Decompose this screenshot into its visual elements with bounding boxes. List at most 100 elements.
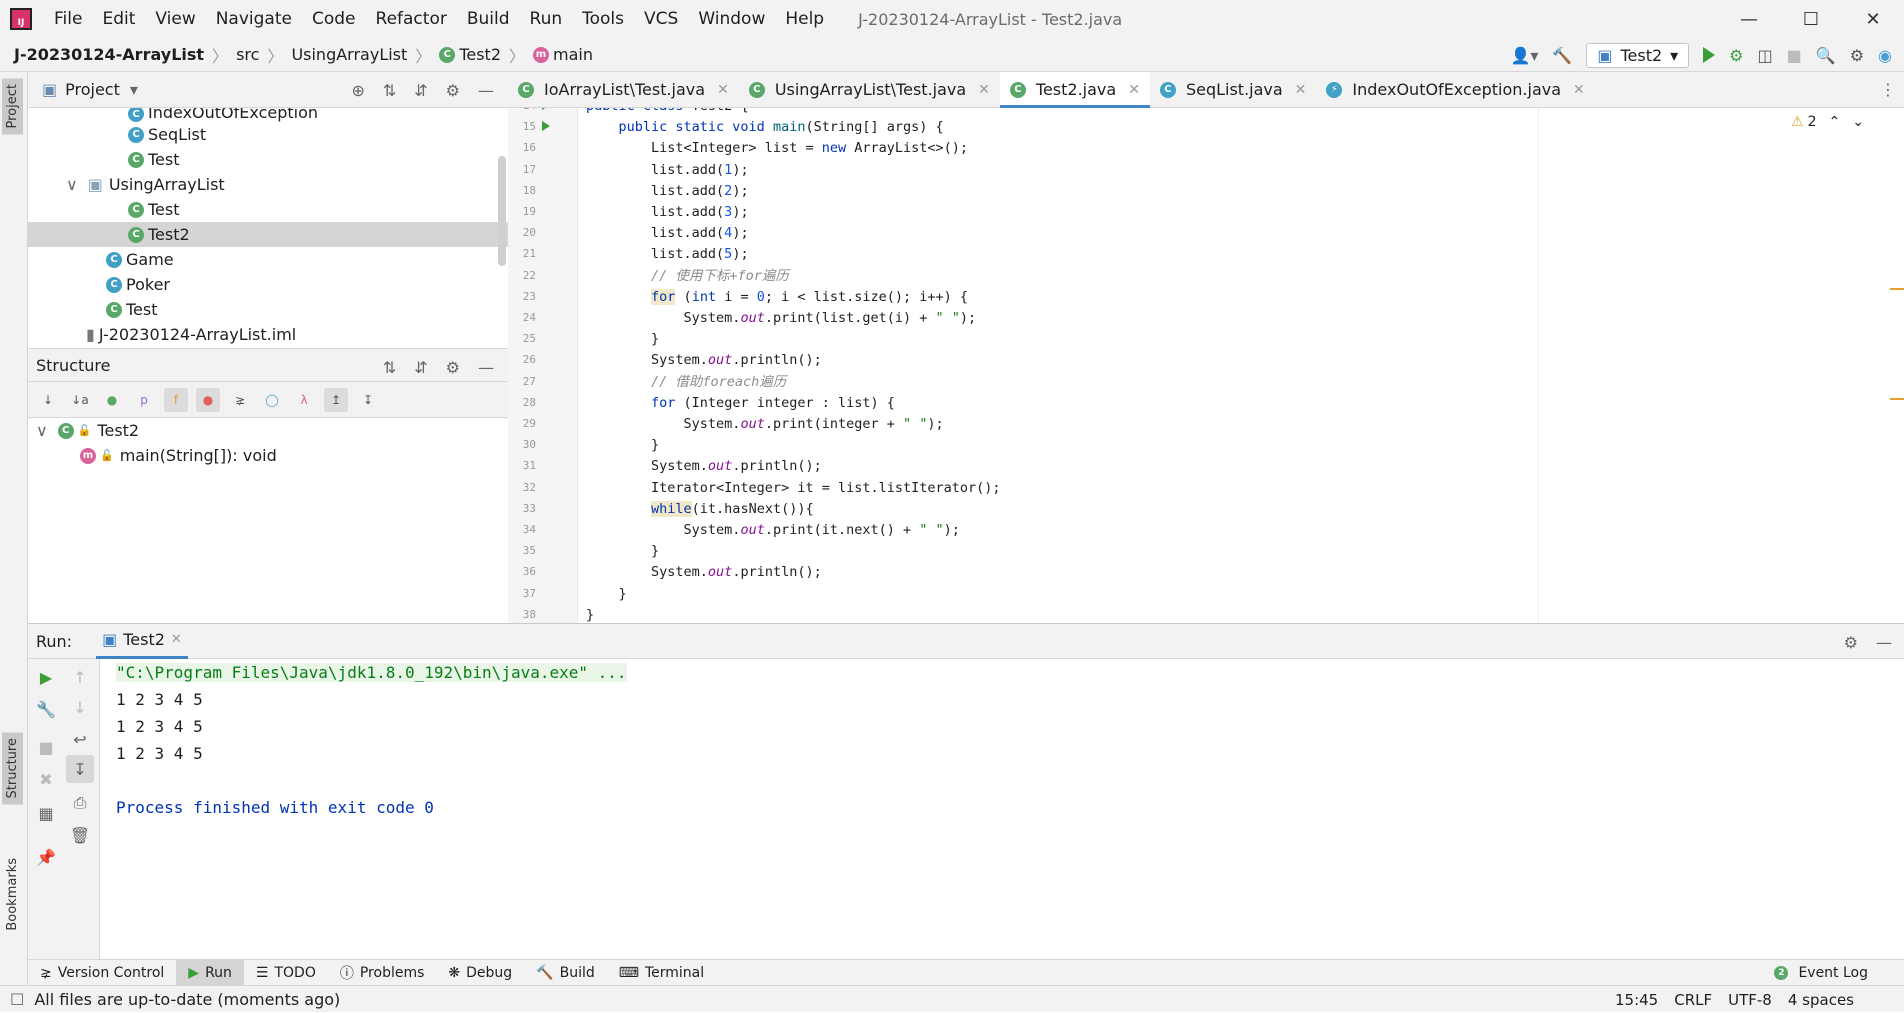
non-public-icon[interactable]: ● xyxy=(196,387,220,412)
rerun-icon[interactable]: ▶ xyxy=(32,663,60,691)
code-line[interactable]: } xyxy=(586,584,627,605)
stop-icon[interactable]: ■ xyxy=(1787,46,1802,65)
debug-icon[interactable]: ⚙ xyxy=(1729,46,1743,65)
code-line[interactable]: list.add(3); xyxy=(586,202,749,223)
code-line[interactable]: System.out.print(it.next() + " "); xyxy=(586,520,960,541)
inspection-widget[interactable]: ⚠ 2 ⌃ ⌄ xyxy=(1791,114,1864,130)
project-tree-item[interactable]: C Test xyxy=(28,197,508,222)
properties-icon[interactable]: p xyxy=(132,388,156,412)
close-tab-icon[interactable]: ✕ xyxy=(1573,82,1585,98)
arrow-down-icon[interactable]: ↓ xyxy=(66,693,94,721)
trash-icon[interactable]: 🗑 xyxy=(66,821,94,849)
editor-tab[interactable]: C UsingArrayList\Test.java ✕ xyxy=(739,72,1000,108)
editor-tab[interactable]: ⚡ IndexOutOfException.java ✕ xyxy=(1316,72,1594,108)
close-icon[interactable]: ✕ xyxy=(1842,0,1904,38)
indent-setting[interactable]: 4 spaces xyxy=(1788,991,1854,1009)
run-tab[interactable]: ▣ Test2 ✕ xyxy=(96,623,188,659)
collapse-all-icon[interactable]: ⇵ xyxy=(414,358,427,377)
code-editor[interactable]: 14 15 16 17 18 19 20 21 22 23 24 25 26 27 28 29 30 31 32 33… xyxy=(508,108,1904,623)
project-tree-item[interactable]: C Game xyxy=(28,247,508,272)
side-tab-structure[interactable]: Structure xyxy=(2,732,23,805)
stop-icon[interactable]: ■ xyxy=(32,733,60,761)
pin-icon[interactable]: 📌 xyxy=(32,843,60,871)
project-panel-title[interactable]: Project xyxy=(65,80,120,99)
collapse-all-icon[interactable]: ⇵ xyxy=(414,81,427,100)
gear-icon[interactable]: ⚙ xyxy=(446,358,460,377)
hierarchy-icon[interactable]: ⪈ xyxy=(228,388,252,412)
menu-item-file[interactable]: File xyxy=(44,9,92,29)
autoscroll-to-source-icon[interactable]: ↥ xyxy=(324,387,348,412)
expand-all-icon[interactable]: ⇅ xyxy=(383,81,396,100)
breadcrumb-src[interactable]: src xyxy=(236,45,259,64)
structure-member[interactable]: m 🔓 main(String[]): void xyxy=(28,443,508,468)
close-tab-icon[interactable]: ✕ xyxy=(978,82,990,98)
fields-icon[interactable]: f xyxy=(164,387,188,412)
project-tree-item[interactable]: ∨ ▣ UsingArrayList xyxy=(28,172,508,197)
plugin-icon[interactable]: ◉ xyxy=(1878,46,1892,65)
run-config-select[interactable]: ▣ Test2 ▾ xyxy=(1586,42,1690,68)
user-icon[interactable]: 👤▾ xyxy=(1510,46,1538,65)
menu-item-refactor[interactable]: Refactor xyxy=(366,9,457,29)
breadcrumb-project[interactable]: J-20230124-ArrayList xyxy=(14,45,204,64)
code-line[interactable]: System.out.println(); xyxy=(586,350,822,371)
file-encoding[interactable]: UTF-8 xyxy=(1728,991,1772,1009)
code-line[interactable]: list.add(4); xyxy=(586,223,749,244)
arrow-up-icon[interactable]: ↑ xyxy=(66,663,94,691)
chevron-up-icon[interactable]: ⌃ xyxy=(1829,114,1841,130)
build-hammer-icon[interactable]: 🔨 xyxy=(1552,46,1572,65)
line-separator[interactable]: CRLF xyxy=(1674,991,1712,1009)
status-toggle-icon[interactable]: ☐ xyxy=(10,990,24,1009)
editor-tab[interactable]: C SeqList.java ✕ xyxy=(1150,72,1316,108)
code-line[interactable]: System.out.print(list.get(i) + " "); xyxy=(586,308,977,329)
sort-visibility-icon[interactable]: ↓ xyxy=(36,388,60,412)
menu-item-build[interactable]: Build xyxy=(457,9,520,29)
code-line[interactable]: List<Integer> list = new ArrayList<>(); xyxy=(586,138,968,159)
tab-todo[interactable]: ☰ TODO xyxy=(244,960,328,986)
code-line[interactable]: System.out.print(integer + " "); xyxy=(586,414,944,435)
breadcrumb-package[interactable]: UsingArrayList xyxy=(291,45,407,64)
project-tree-scrollbar[interactable] xyxy=(498,156,506,266)
code-line[interactable]: public static void main(String[] args) { xyxy=(586,117,944,138)
code-line[interactable]: } xyxy=(586,541,659,562)
scroll-to-end-icon[interactable]: ↧ xyxy=(66,755,94,783)
print-icon[interactable]: ⎙ xyxy=(66,789,94,817)
breadcrumb-method[interactable]: main xyxy=(553,45,593,64)
structure-root[interactable]: ∨ C 🔓 Test2 xyxy=(28,418,508,443)
project-tree-item[interactable]: ▮ J-20230124-ArrayList.iml xyxy=(28,322,508,347)
code-line[interactable]: Iterator<Integer> it = list.listIterator… xyxy=(586,478,1001,499)
menu-item-view[interactable]: View xyxy=(145,9,205,29)
code-area[interactable]: public class Test2 { public static void … xyxy=(578,108,1898,623)
menu-item-edit[interactable]: Edit xyxy=(92,9,145,29)
tab-build[interactable]: 🔨 Build xyxy=(524,960,607,986)
anonymous-icon[interactable]: ◯ xyxy=(260,388,284,412)
menu-item-vcs[interactable]: VCS xyxy=(634,9,688,29)
hide-icon[interactable]: — xyxy=(1876,633,1892,652)
breadcrumb-class[interactable]: Test2 xyxy=(459,45,501,64)
close-icon[interactable]: ✕ xyxy=(171,632,182,647)
hide-icon[interactable]: — xyxy=(478,358,494,377)
sort-alpha-icon[interactable]: ↓a xyxy=(68,388,92,412)
code-line[interactable]: list.add(5); xyxy=(586,244,749,265)
warning-stripe-marker[interactable] xyxy=(1890,398,1904,400)
caret-position[interactable]: 15:45 xyxy=(1615,991,1658,1009)
menu-item-navigate[interactable]: Navigate xyxy=(206,9,302,29)
soft-wrap-icon[interactable]: ↩ xyxy=(66,725,94,753)
project-tree-item[interactable]: C Test xyxy=(28,297,508,322)
code-line[interactable]: } xyxy=(586,435,659,456)
gutter-run-icon[interactable] xyxy=(542,108,550,110)
code-line[interactable]: } xyxy=(586,329,659,350)
menu-item-code[interactable]: Code xyxy=(302,9,366,29)
code-line[interactable]: for (int i = 0; i < list.size(); i++) { xyxy=(586,287,968,308)
tab-event-log[interactable]: 2 Event Log xyxy=(1762,960,1880,986)
project-tree-item[interactable]: C SeqList xyxy=(28,122,508,147)
code-line[interactable]: // 借助foreach遍历 xyxy=(586,372,786,393)
project-tree-item[interactable]: C Test xyxy=(28,147,508,172)
run-icon[interactable] xyxy=(1703,47,1716,63)
code-line[interactable]: // 使用下标+for遍历 xyxy=(586,266,789,287)
close-tab-icon[interactable]: ✕ xyxy=(717,82,729,98)
code-line[interactable]: list.add(2); xyxy=(586,181,749,202)
more-tabs-icon[interactable]: ⋮ xyxy=(1880,80,1896,99)
tab-version-control[interactable]: ⪈ Version Control xyxy=(28,960,176,986)
code-line[interactable]: } xyxy=(586,605,594,623)
editor-tab[interactable]: C Test2.java ✕ xyxy=(999,71,1150,108)
